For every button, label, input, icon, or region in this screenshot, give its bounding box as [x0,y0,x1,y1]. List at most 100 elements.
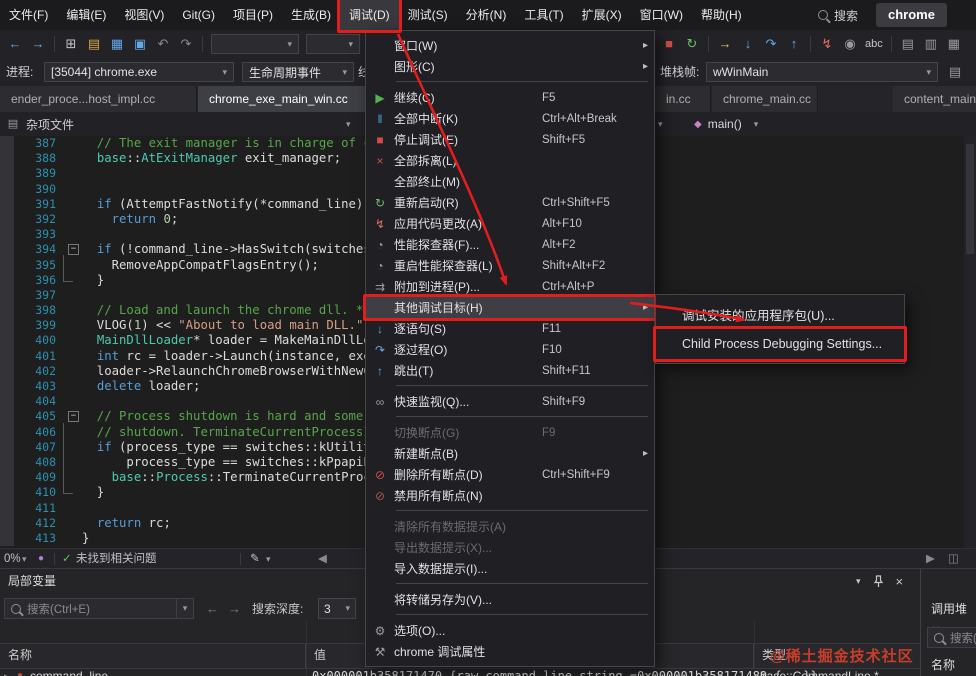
menubar-item[interactable]: 项目(P) [224,0,282,30]
debug-menu-item[interactable]: ↓ 逐语句(S) F11 [366,318,654,339]
tab-active[interactable]: chrome_exe_main_win.cc [198,86,388,112]
menubar-item[interactable]: 帮助(H) [692,0,751,30]
debug-menu-item[interactable]: 导出数据提示(X)... [366,537,654,558]
locals-search-input[interactable]: 搜索(Ctrl+E) ▾ [4,598,194,619]
breakpoint-margin[interactable] [0,303,14,319]
menubar-item[interactable]: 工具(T) [515,0,572,30]
chevron-down-icon[interactable]: ▾ [266,549,271,569]
split-editor-icon[interactable]: ◫ [948,549,959,569]
menubar-item[interactable]: 生成(B) [282,0,340,30]
breakpoint-margin[interactable] [0,166,14,182]
debug-menu-item[interactable]: ↑ 跳出(T) Shift+F11 [366,360,654,381]
debug-menu-item[interactable]: 切换断点(G) F9 [366,422,654,443]
debug-menu-item[interactable]: ⇉ 附加到进程(P)... Ctrl+Alt+P [366,276,654,297]
debug-menu-item[interactable]: 清除所有数据提示(A) [366,516,654,537]
debug-menu-item[interactable]: 新建断点(B) ▸ [366,443,654,464]
column-header-name[interactable]: 名称 [0,644,306,668]
locals-row[interactable]: ▸ ● command_line 0x000001b358171470 {raw… [0,667,920,676]
breakpoint-margin[interactable] [0,363,14,379]
member-dropdown[interactable]: ◆ main() ▾ [694,112,758,136]
breakpoint-margin[interactable] [0,272,14,288]
edit-indicator-icon[interactable]: ✎ [250,549,260,569]
step-into-icon[interactable]: ↓ [737,33,759,55]
breakpoint-margin[interactable] [0,379,14,395]
breakpoint-margin[interactable] [0,500,14,516]
search-prev-icon[interactable]: ← [206,597,219,621]
breakpoint-margin[interactable] [0,151,14,167]
debug-menu-item[interactable]: 窗口(W) ▸ [366,35,654,56]
abc-icon[interactable]: abc [862,33,886,55]
nav-back-icon[interactable]: ← [4,33,26,55]
breakpoint-margin[interactable] [0,227,14,243]
show-next-statement-icon[interactable]: → [714,33,736,55]
watch-window-icon[interactable]: ▦ [943,33,965,55]
titlebar-search[interactable]: 搜索 [812,0,858,30]
fold-collapse-icon[interactable]: − [68,244,79,256]
zoom-control[interactable]: 0% [4,549,21,569]
debug-menu-item[interactable]: ↯ 应用代码更改(A) Alt+F10 [366,213,654,234]
tab-item[interactable]: ender_proce...host_impl.cc [0,86,197,112]
save-icon[interactable]: ▦ [106,33,128,55]
menubar-item[interactable]: Git(G) [173,0,224,30]
breakpoint-margin[interactable] [0,333,14,349]
undo-icon[interactable]: ↶ [152,33,174,55]
breakpoint-margin[interactable] [0,136,14,152]
chevron-down-icon[interactable]: ▾ [22,549,27,569]
breakpoint-margin[interactable] [0,211,14,228]
breakpoint-margin[interactable] [0,242,14,258]
open-file-icon[interactable]: ▤ [83,33,105,55]
breakpoint-margin[interactable] [0,470,14,486]
breakpoint-margin[interactable] [0,439,14,455]
menubar-item[interactable]: 编辑(E) [57,0,115,30]
restart-debug-icon[interactable]: ↻ [681,33,703,55]
search-depth-combo[interactable]: 3 ▾ [318,598,356,619]
debug-menu-item[interactable]: × 全部拆离(L) [366,150,654,171]
search-next-icon[interactable]: → [228,597,241,621]
menubar-item[interactable]: 窗口(W) [631,0,692,30]
breakpoint-margin[interactable] [0,485,14,501]
debug-menu-item[interactable]: ↻ 重新启动(R) Ctrl+Shift+F5 [366,192,654,213]
menubar-item[interactable]: 视图(V) [115,0,173,30]
debug-menu-item[interactable]: ∞ 快速监视(Q)... Shift+F9 [366,391,654,412]
callstack-search-input[interactable]: 搜索(Ctrl+E) [927,627,976,648]
redo-icon[interactable]: ↷ [175,33,197,55]
debug-menu-item[interactable]: ◔ 重启性能探查器(L) Shift+Alt+F2 [366,255,654,276]
debug-menu-item[interactable]: ◔ 性能探查器(F)... Alt+F2 [366,234,654,255]
presence-icon[interactable]: ● [38,549,44,569]
tab-item[interactable]: in.cc [655,86,711,112]
menubar-item-debug[interactable]: 调试(D) [337,0,402,33]
platform-combo[interactable]: ▾ [306,34,360,54]
breakpoint-margin[interactable] [0,530,14,547]
menubar-item[interactable]: 测试(S) [399,0,457,30]
debug-menu-item[interactable]: 全部终止(M) [366,171,654,192]
scroll-left-icon[interactable]: ◀ [318,549,327,569]
health-text[interactable]: 未找到相关问题 [76,549,157,569]
pin-icon[interactable] [873,574,884,588]
debug-menu-item[interactable]: ■ 停止调试(E) Shift+F5 [366,129,654,150]
breakpoint-margin[interactable] [0,196,14,212]
stackframe-options-icon[interactable]: ▤ [944,61,966,83]
lifecycle-events-button[interactable]: 生命周期事件 ▾ [242,62,354,82]
output-window-icon[interactable]: ▤ [897,33,919,55]
debug-menu-item[interactable]: ⚒ chrome 调试属性 [366,641,654,662]
breakpoint-margin[interactable] [0,454,14,471]
breakpoint-margin[interactable] [0,409,14,425]
debug-menu-item[interactable]: ↷ 逐过程(O) F10 [366,339,654,360]
debug-menu-item[interactable]: ▶ 继续(C) F5 [366,87,654,108]
submenu-item[interactable]: 调试安装的应用程序包(U)... [656,299,904,329]
vertical-scrollbar[interactable] [964,136,976,548]
chevron-down-icon[interactable]: ▾ [177,603,193,614]
breakpoint-margin[interactable] [0,257,14,273]
step-out-icon[interactable]: ↑ [783,33,805,55]
breakpoint-margin[interactable] [0,318,14,334]
tab-item[interactable]: chrome_main.cc [712,86,818,112]
project-dropdown[interactable]: ▤ 杂项文件 [6,112,74,136]
debug-menu-item[interactable]: 导入数据提示(I)... [366,558,654,579]
menubar-item[interactable]: 扩展(X) [573,0,631,30]
scroll-right-icon[interactable]: ▶ [926,549,935,569]
stackframe-combo[interactable]: wWinMain ▾ [706,62,938,82]
debug-menu-item[interactable]: ‖ 全部中断(K) Ctrl+Alt+Break [366,108,654,129]
debug-menu-item[interactable]: ⊘ 删除所有断点(D) Ctrl+Shift+F9 [366,464,654,485]
tab-item[interactable]: content_main.cc [893,86,976,112]
debug-menu-item[interactable]: 图形(C) ▸ [366,56,654,77]
